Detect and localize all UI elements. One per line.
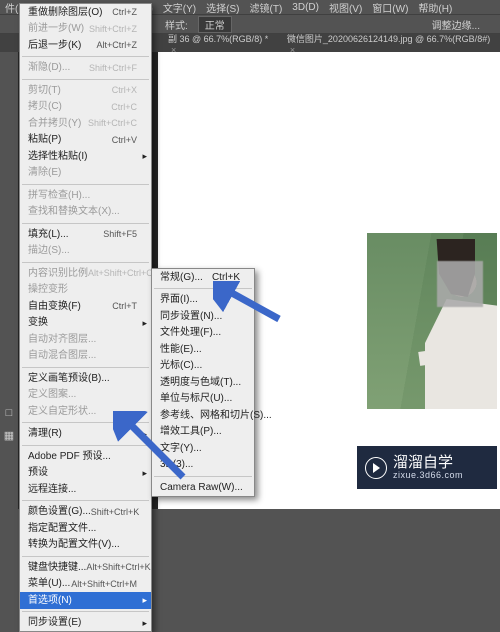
menu-define-brush[interactable]: 定义画笔预设(B)... xyxy=(20,370,151,387)
menu-clear[interactable]: 清除(E) xyxy=(20,165,151,182)
menu-paste[interactable]: 粘贴(P)Ctrl+V xyxy=(20,132,151,149)
menu-undo[interactable]: 重做删除图层(O)Ctrl+Z xyxy=(20,4,151,21)
tab-title: 副 36 xyxy=(168,34,190,44)
menu-item-window[interactable]: 窗口(W) xyxy=(372,0,408,15)
menu-step-forward[interactable]: 前进一步(W)Shift+Ctrl+Z xyxy=(20,21,151,38)
pref-performance[interactable]: 性能(E)... xyxy=(152,341,254,358)
tab-zoom: @ 66.7%(RGB/8) * xyxy=(192,34,268,44)
menu-auto-align[interactable]: 自动对齐图层... xyxy=(20,331,151,348)
face-blur xyxy=(437,261,483,307)
menu-menus[interactable]: 菜单(U)...Alt+Shift+Ctrl+M xyxy=(20,576,151,593)
menu-transform[interactable]: 变换▸ xyxy=(20,315,151,332)
menu-item-view[interactable]: 视图(V) xyxy=(329,0,362,15)
pref-units[interactable]: 单位与标尺(U)... xyxy=(152,391,254,408)
menu-fill[interactable]: 填充(L)...Shift+F5 xyxy=(20,226,151,243)
menu-auto-blend[interactable]: 自动混合图层... xyxy=(20,348,151,365)
menu-convert-profile[interactable]: 转换为配置文件(V)... xyxy=(20,537,151,554)
menu-item-help[interactable]: 帮助(H) xyxy=(418,0,452,15)
tool-icon[interactable]: ▦ xyxy=(0,424,18,446)
menu-fade[interactable]: 渐隐(D)...Shift+Ctrl+F xyxy=(20,60,151,77)
annotation-arrow xyxy=(113,411,193,483)
tab-title: 微信图片_20200626124149.jpg xyxy=(287,34,413,44)
menu-remote[interactable]: 远程连接... xyxy=(20,481,151,498)
menu-stroke[interactable]: 描边(S)... xyxy=(20,243,151,260)
menu-color-settings[interactable]: 颜色设置(G)...Shift+Ctrl+K xyxy=(20,504,151,521)
menu-cut[interactable]: 剪切(T)Ctrl+X xyxy=(20,82,151,99)
menu-sync-settings[interactable]: 同步设置(E)▸ xyxy=(20,615,151,632)
pref-file-handling[interactable]: 文件处理(F)... xyxy=(152,325,254,342)
menu-item-filter[interactable]: 滤镜(T) xyxy=(250,0,283,15)
mode-dropdown[interactable]: 正常 xyxy=(198,16,232,33)
menu-define-pattern[interactable]: 定义图案... xyxy=(20,387,151,404)
menu-preferences[interactable]: 首选项(N)▸ xyxy=(20,592,151,609)
pref-transparency[interactable]: 透明度与色域(T)... xyxy=(152,374,254,391)
left-toolbar: □ ▦ xyxy=(0,52,18,509)
canvas-image xyxy=(367,233,497,409)
menu-spell[interactable]: 拼写检查(H)... xyxy=(20,187,151,204)
menu-step-backward[interactable]: 后退一步(K)Alt+Ctrl+Z xyxy=(20,37,151,54)
menu-find-replace[interactable]: 查找和替换文本(X)... xyxy=(20,204,151,221)
menu-shortcuts[interactable]: 键盘快捷键...Alt+Shift+Ctrl+K xyxy=(20,559,151,576)
menu-item-type[interactable]: 文字(Y) xyxy=(163,0,196,15)
menu-copy-merged[interactable]: 合并拷贝(Y)Shift+Ctrl+C xyxy=(20,115,151,132)
mode-label: 样式: xyxy=(165,17,188,32)
tool-icon[interactable]: □ xyxy=(0,402,18,424)
watermark-brand: 溜溜自学 xyxy=(393,454,453,471)
menu-free-transform[interactable]: 自由变换(F)Ctrl+T xyxy=(20,298,151,315)
menu-item-3d[interactable]: 3D(D) xyxy=(292,2,319,13)
menu-assign-profile[interactable]: 指定配置文件... xyxy=(20,520,151,537)
menu-item-select[interactable]: 选择(S) xyxy=(206,0,239,15)
annotation-arrow xyxy=(213,281,283,323)
menu-copy[interactable]: 拷贝(C)Ctrl+C xyxy=(20,99,151,116)
menu-puppet[interactable]: 操控变形 xyxy=(20,282,151,299)
edit-menu-dropdown: 重做删除图层(O)Ctrl+Z 前进一步(W)Shift+Ctrl+Z 后退一步… xyxy=(19,3,152,632)
tab-zoom: @ 66.7%(RGB/8#) xyxy=(415,34,490,44)
menu-paste-special[interactable]: 选择性粘贴(I)▸ xyxy=(20,148,151,165)
watermark-url: zixue.3d66.com xyxy=(393,471,463,480)
refine-edge-button[interactable]: 调整边缘... xyxy=(432,17,500,32)
menu-content-aware-scale[interactable]: 内容识别比例Alt+Shift+Ctrl+C xyxy=(20,265,151,282)
watermark: 溜溜自学 zixue.3d66.com xyxy=(357,446,497,489)
play-icon xyxy=(365,457,387,479)
pref-cursors[interactable]: 光标(C)... xyxy=(152,358,254,375)
